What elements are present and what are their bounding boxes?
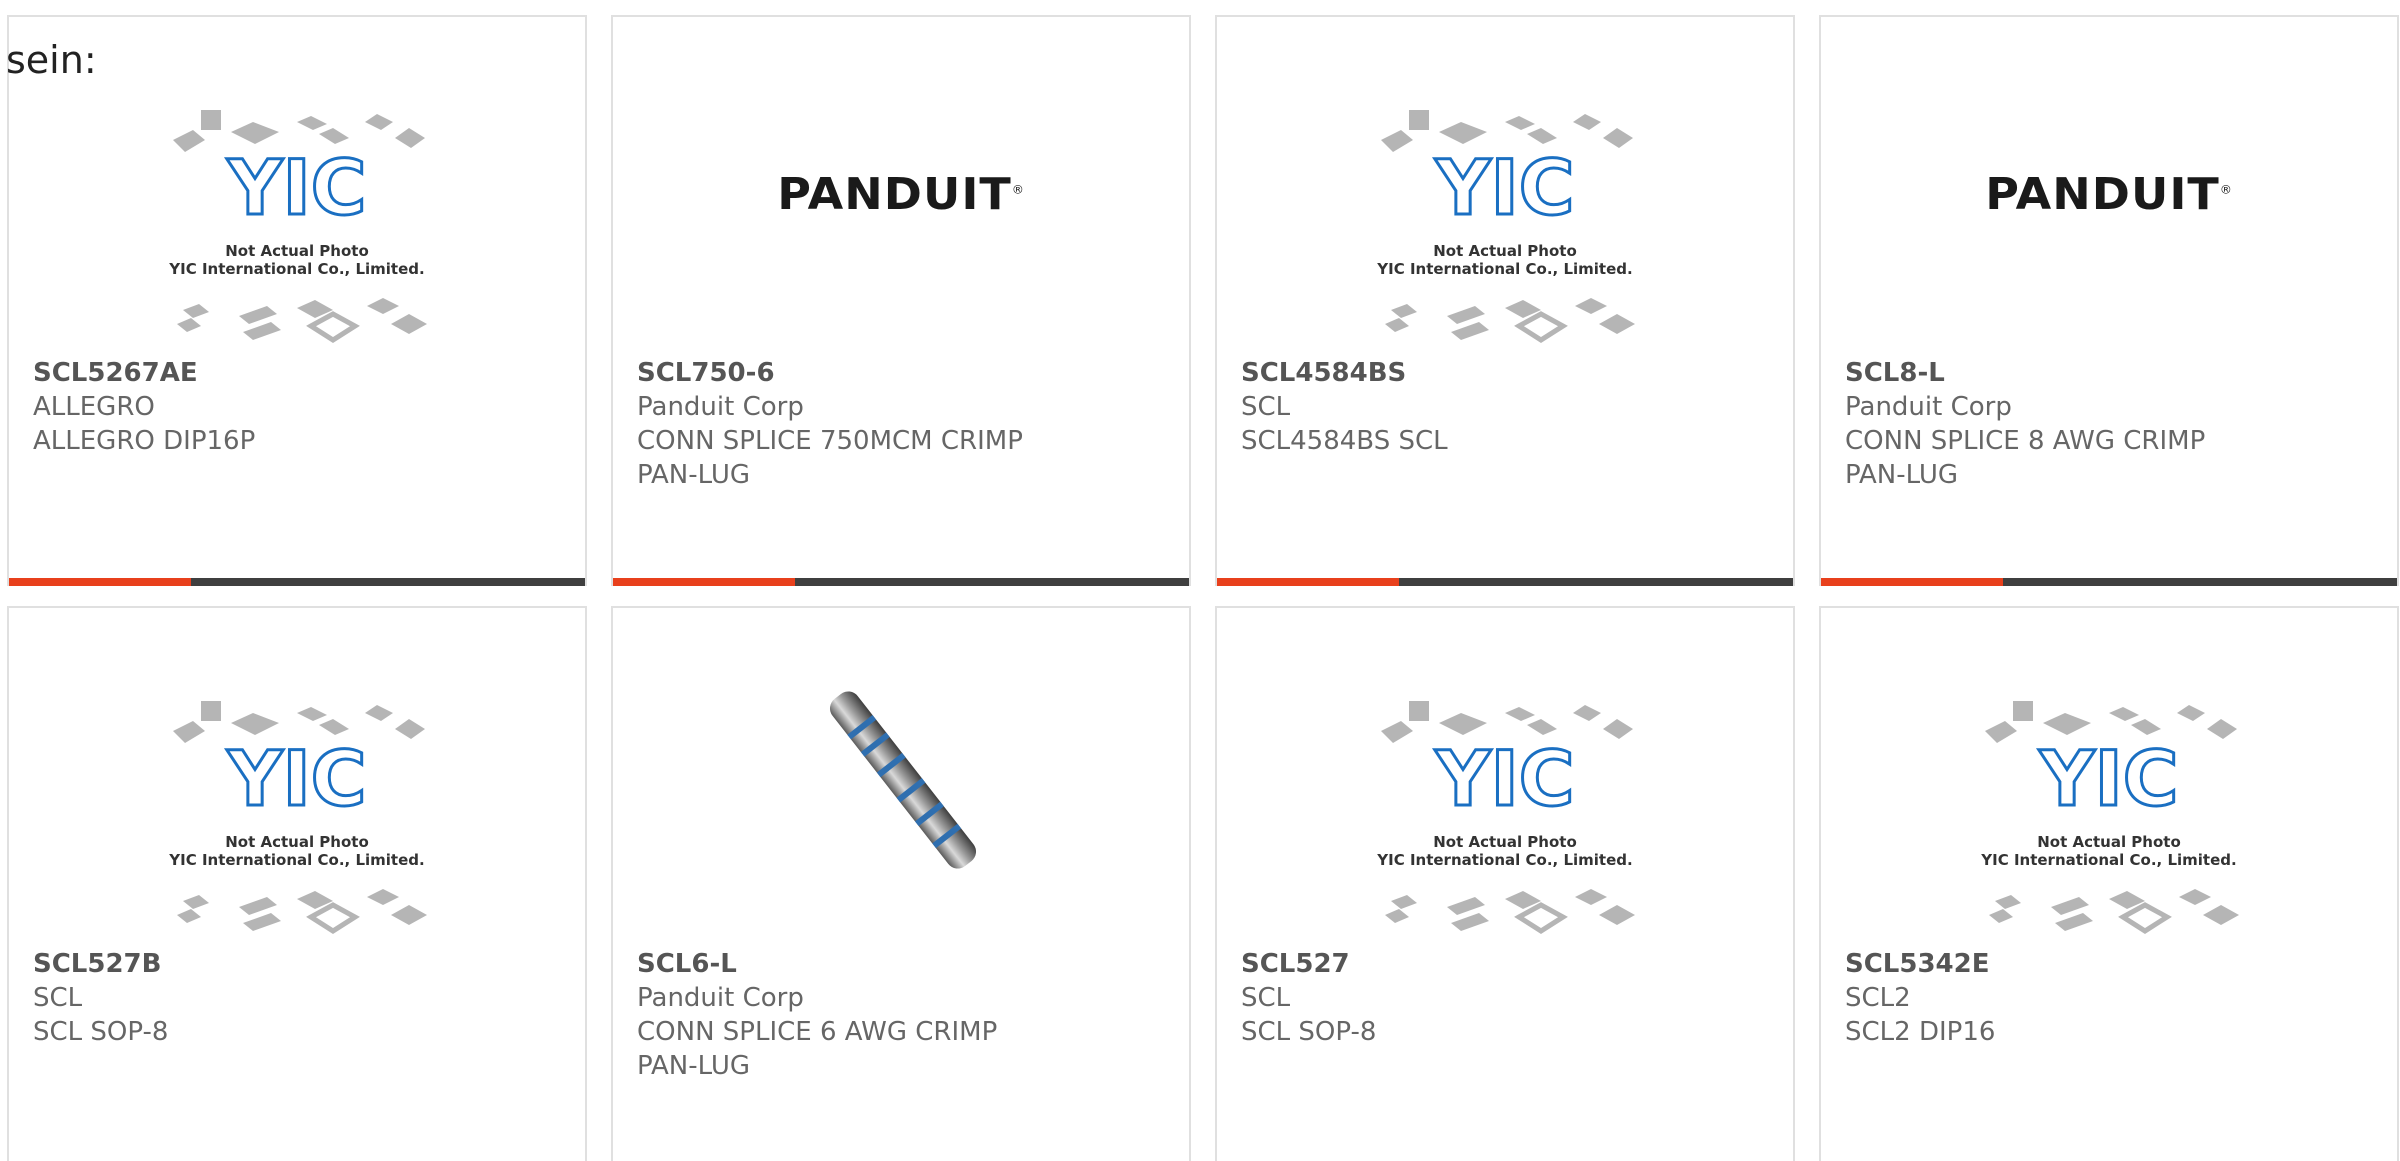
product-image[interactable]: YIC Not Actual Photo YIC International C… [1821, 680, 2397, 960]
part-number[interactable]: SCL527B [33, 947, 565, 981]
yic-placeholder-image: YIC Not Actual Photo YIC International C… [1376, 701, 1635, 934]
description: SCL2 DIP16 [1845, 1017, 1996, 1047]
svg-text:YIC: YIC [2038, 734, 2178, 823]
part-number[interactable]: SCL6-L [637, 947, 1169, 981]
splice-product-photo[interactable] [803, 680, 1003, 880]
card-bottom-bar [1821, 578, 2397, 586]
product-card[interactable]: YIC Not Actual Photo YIC International C… [7, 606, 587, 1161]
svg-text:Not Actual Photo: Not Actual Photo [225, 833, 369, 851]
part-number[interactable]: SCL527 [1241, 947, 1773, 981]
yic-placeholder-image: YIC Not Actual Photo YIC International C… [168, 110, 427, 343]
svg-text:Not Actual Photo: Not Actual Photo [225, 242, 369, 260]
svg-text:Not Actual Photo: Not Actual Photo [1433, 833, 1577, 851]
yic-placeholder-image: YIC Not Actual Photo YIC International C… [168, 701, 427, 934]
product-card[interactable]: YIC Not Actual Photo YIC International C… [1215, 15, 1795, 586]
description-line-2: PAN-LUG [637, 460, 751, 490]
product-grid-page: sein: YIC Not Actual Photo YIC Internati… [0, 0, 2400, 1161]
svg-text:YIC International Co., Limited: YIC International Co., Limited. [168, 260, 424, 278]
product-card[interactable]: PANDUIT® SCL8-L Panduit Corp CONN SPLICE… [1819, 15, 2399, 586]
product-image[interactable]: YIC Not Actual Photo YIC International C… [1217, 680, 1793, 960]
part-number[interactable]: SCL4584BS [1241, 356, 1773, 390]
product-card[interactable]: YIC Not Actual Photo YIC International C… [7, 15, 587, 586]
product-info: SCL4584BS SCL SCL4584BS SCL [1241, 356, 1773, 458]
product-card[interactable]: SCL6-L Panduit Corp CONN SPLICE 6 AWG CR… [611, 606, 1191, 1161]
product-image[interactable]: YIC Not Actual Photo YIC International C… [9, 680, 585, 960]
description: CONN SPLICE 8 AWG CRIMP [1845, 426, 2206, 456]
part-number[interactable]: SCL8-L [1845, 356, 2377, 390]
product-image[interactable]: YIC Not Actual Photo YIC International C… [1217, 89, 1793, 369]
manufacturer: SCL2 [1845, 983, 1911, 1013]
manufacturer: SCL [33, 983, 83, 1013]
product-card[interactable]: PANDUIT® SCL750-6 Panduit Corp CONN SPLI… [611, 15, 1191, 586]
product-info: SCL5342E SCL2 SCL2 DIP16 [1845, 947, 2377, 1049]
product-info: SCL527 SCL SCL SOP-8 [1241, 947, 1773, 1049]
product-info: SCL8-L Panduit Corp CONN SPLICE 8 AWG CR… [1845, 356, 2377, 492]
svg-text:YIC: YIC [1434, 143, 1574, 232]
product-card[interactable]: YIC Not Actual Photo YIC International C… [1819, 606, 2399, 1161]
product-info: SCL527B SCL SCL SOP-8 [33, 947, 565, 1049]
part-number[interactable]: SCL5342E [1845, 947, 2377, 981]
description: ALLEGRO DIP16P [33, 426, 256, 456]
yic-placeholder-image: YIC Not Actual Photo YIC International C… [1376, 110, 1635, 343]
svg-text:YIC International Co., Limited: YIC International Co., Limited. [168, 851, 424, 869]
product-card[interactable]: YIC Not Actual Photo YIC International C… [1215, 606, 1795, 1161]
card-accent-bar [1821, 578, 2003, 586]
product-info: SCL6-L Panduit Corp CONN SPLICE 6 AWG CR… [637, 947, 1169, 1083]
description: SCL SOP-8 [33, 1017, 169, 1047]
svg-text:YIC: YIC [226, 734, 366, 823]
svg-text:YIC International Co., Limited: YIC International Co., Limited. [1980, 851, 2236, 869]
part-number[interactable]: SCL750-6 [637, 356, 1169, 390]
yic-placeholder-image: YIC Not Actual Photo YIC International C… [1980, 701, 2239, 934]
intro-text: sein: [6, 38, 97, 82]
manufacturer: SCL [1241, 983, 1291, 1013]
description-line-2: PAN-LUG [637, 1051, 751, 1081]
manufacturer: Panduit Corp [1845, 392, 2012, 422]
product-info: SCL750-6 Panduit Corp CONN SPLICE 750MCM… [637, 356, 1169, 492]
manufacturer: Panduit Corp [637, 392, 804, 422]
svg-text:Not Actual Photo: Not Actual Photo [1433, 242, 1577, 260]
description: SCL SOP-8 [1241, 1017, 1377, 1047]
part-number[interactable]: SCL5267AE [33, 356, 565, 390]
svg-text:YIC: YIC [1434, 734, 1574, 823]
description: CONN SPLICE 750MCM CRIMP [637, 426, 1023, 456]
card-accent-bar [9, 578, 191, 586]
manufacturer: SCL [1241, 392, 1291, 422]
product-image[interactable]: YIC Not Actual Photo YIC International C… [9, 89, 585, 369]
description-line-2: PAN-LUG [1845, 460, 1959, 490]
svg-text:YIC International Co., Limited: YIC International Co., Limited. [1376, 260, 1632, 278]
card-bottom-bar [1217, 578, 1793, 586]
product-info: SCL5267AE ALLEGRO ALLEGRO DIP16P [33, 356, 565, 458]
card-bottom-bar [613, 578, 1189, 586]
card-accent-bar [1217, 578, 1399, 586]
manufacturer: Panduit Corp [637, 983, 804, 1013]
description: CONN SPLICE 6 AWG CRIMP [637, 1017, 998, 1047]
panduit-logo: PANDUIT® [1985, 168, 2233, 220]
manufacturer: ALLEGRO [33, 392, 155, 422]
svg-text:YIC: YIC [226, 143, 366, 232]
card-accent-bar [613, 578, 795, 586]
svg-text:YIC International Co., Limited: YIC International Co., Limited. [1376, 851, 1632, 869]
card-bottom-bar [9, 578, 585, 586]
svg-text:Not Actual Photo: Not Actual Photo [2037, 833, 2181, 851]
description: SCL4584BS SCL [1241, 426, 1448, 456]
panduit-logo: PANDUIT® [777, 168, 1025, 220]
